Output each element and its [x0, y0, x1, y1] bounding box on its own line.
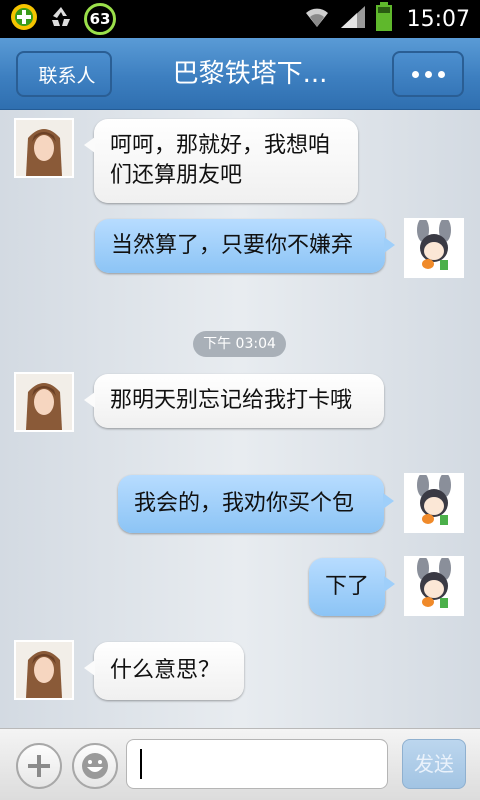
more-dots-icon [411, 70, 419, 78]
message-bubble-outgoing[interactable]: 下了 [309, 558, 395, 616]
chat-area[interactable]: 呵呵，那就好，我想咱们还算朋友吧 当然算了，只要你不嫌弃 下午 03:04 那明… [0, 110, 480, 728]
message-timestamp: 下午 03:04 [193, 331, 286, 357]
clock: 15:07 [406, 6, 470, 32]
message-bubble-incoming[interactable]: 呵呵，那就好，我想咱们还算朋友吧 [84, 119, 358, 203]
my-avatar[interactable] [404, 218, 464, 278]
contact-avatar[interactable] [14, 118, 74, 178]
battery-icon [375, 2, 393, 36]
text-cursor [140, 749, 142, 779]
plus-icon [28, 755, 50, 777]
signal-icon [339, 4, 367, 34]
status-left-icons: 63 [10, 3, 116, 35]
contact-avatar[interactable] [14, 640, 74, 700]
back-button[interactable]: 联系人 [16, 51, 112, 97]
send-button[interactable]: 发送 [402, 739, 466, 789]
more-button[interactable] [392, 51, 464, 97]
message-bubble-incoming[interactable]: 那明天别忘记给我打卡哦 [84, 374, 384, 428]
my-avatar[interactable] [404, 473, 464, 533]
my-avatar[interactable] [404, 556, 464, 616]
contact-avatar[interactable] [14, 372, 74, 432]
status-bar: 63 15:07 [0, 0, 480, 38]
page-title: 巴黎铁塔下... [172, 59, 328, 89]
battery-saver-badge: 63 [84, 3, 116, 35]
message-bubble-outgoing[interactable]: 当然算了，只要你不嫌弃 [95, 219, 395, 273]
composer-bar: 发送 [0, 728, 480, 800]
message-bubble-incoming[interactable]: 什么意思？ [84, 642, 244, 700]
wifi-icon [303, 5, 331, 33]
status-right-icons: 15:07 [303, 2, 470, 36]
message-bubble-outgoing[interactable]: 我会的，我劝你买个包 [118, 475, 394, 533]
smiley-icon [82, 753, 108, 779]
add-button[interactable] [16, 743, 62, 789]
title-bar: 联系人 巴黎铁塔下... [0, 38, 480, 110]
emoji-button[interactable] [72, 743, 118, 789]
recycle-icon [48, 4, 74, 34]
back-button-label: 联系人 [38, 64, 96, 87]
message-input[interactable] [126, 739, 388, 789]
plus-badge-icon [10, 3, 38, 35]
